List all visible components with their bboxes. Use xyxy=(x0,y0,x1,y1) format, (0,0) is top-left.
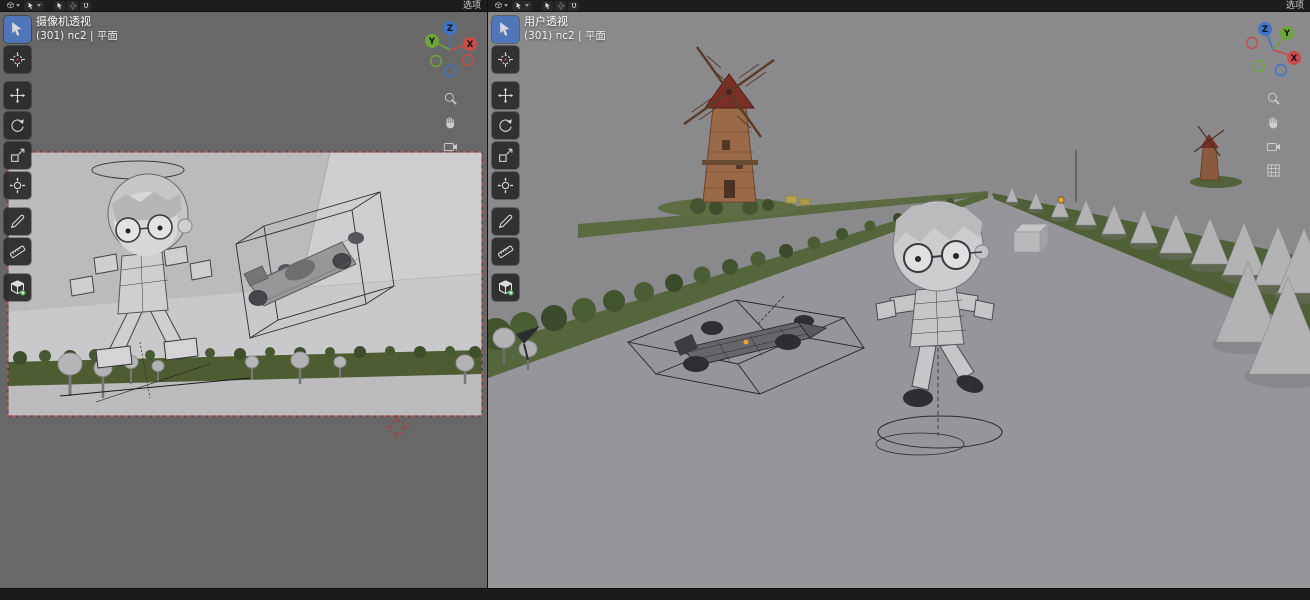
pane-divider[interactable] xyxy=(487,0,488,600)
tool-add-cube[interactable] xyxy=(4,274,31,301)
svg-text:X: X xyxy=(467,40,474,50)
tool-move[interactable] xyxy=(4,82,31,109)
gizmo-x-neg-axis[interactable] xyxy=(461,53,475,67)
snap-magnet-button[interactable] xyxy=(568,0,579,11)
tool-select-box[interactable] xyxy=(492,16,519,43)
mode-dropdown[interactable] xyxy=(512,0,532,11)
toolbar-left xyxy=(4,16,31,301)
options-menu[interactable]: 选项 xyxy=(1286,0,1304,12)
tool-cursor[interactable] xyxy=(4,46,31,73)
select-mode-button[interactable] xyxy=(542,0,553,11)
svg-text:X: X xyxy=(1291,54,1298,64)
editor-type-button[interactable] xyxy=(494,1,508,10)
zoom-icon[interactable] xyxy=(439,86,461,110)
camera-view-icon[interactable] xyxy=(439,134,461,158)
gizmo-z-neg-axis[interactable] xyxy=(443,64,457,78)
scene-user-view[interactable] xyxy=(488,12,1310,588)
tool-transform[interactable] xyxy=(492,172,519,199)
gizmo-x-neg-axis[interactable] xyxy=(1245,36,1259,50)
grid-ortho-icon[interactable] xyxy=(1262,158,1284,182)
tool-annotate[interactable] xyxy=(4,208,31,235)
chevron-down-icon xyxy=(504,4,508,7)
viewport-user-body: 用户透视 (301) nc2 | 平面 Z Y X xyxy=(488,12,1310,588)
viewport-header-right: 选项 xyxy=(488,0,1310,12)
viewport-camera-body: 摄像机透视 (301) nc2 | 平面 Z Y X xyxy=(0,12,487,588)
tool-measure[interactable] xyxy=(492,238,519,265)
cursor-tool-button[interactable] xyxy=(67,0,78,11)
gizmo-z-neg-axis[interactable] xyxy=(1274,63,1288,77)
gizmo-y-neg-axis[interactable] xyxy=(429,54,443,68)
zoom-icon[interactable] xyxy=(1262,86,1284,110)
nav-controls-left: Z Y X xyxy=(418,16,482,158)
camera-view-icon[interactable] xyxy=(1262,134,1284,158)
select-mode-button[interactable] xyxy=(54,0,65,11)
options-menu[interactable]: 选项 xyxy=(463,0,481,12)
light-object[interactable] xyxy=(1057,196,1065,204)
tool-transform[interactable] xyxy=(4,172,31,199)
tool-add-cube[interactable] xyxy=(492,274,519,301)
pan-hand-icon[interactable] xyxy=(1262,110,1284,134)
snap-magnet-button[interactable] xyxy=(80,0,91,11)
bottom-editor-header xyxy=(0,588,1310,600)
navigation-gizmo[interactable]: Z Y X xyxy=(418,16,482,80)
tool-scale[interactable] xyxy=(4,142,31,169)
tool-move[interactable] xyxy=(492,82,519,109)
cube-model[interactable] xyxy=(1013,223,1049,253)
chevron-down-icon xyxy=(16,4,20,7)
chevron-down-icon xyxy=(37,4,41,7)
gizmo-y-neg-axis[interactable] xyxy=(1252,59,1266,73)
tool-rotate[interactable] xyxy=(492,112,519,139)
viewport-camera-pane: 选项 摄像机透视 (301) nc2 | 平面 Z Y X xyxy=(0,0,487,588)
tool-annotate[interactable] xyxy=(492,208,519,235)
viewport-user-pane: 选项 用户透视 (301) nc2 | 平面 Z Y X xyxy=(488,0,1310,588)
tool-scale[interactable] xyxy=(492,142,519,169)
tool-select-box[interactable] xyxy=(4,16,31,43)
svg-text:Y: Y xyxy=(428,37,436,47)
blender-window: 选项 摄像机透视 (301) nc2 | 平面 Z Y X 选项 用户透视 (3… xyxy=(0,0,1310,600)
pan-hand-icon[interactable] xyxy=(439,110,461,134)
scene-camera-view[interactable] xyxy=(0,12,487,588)
editor-type-button[interactable] xyxy=(6,1,20,10)
toolbar-right xyxy=(492,16,519,301)
viewport-header-left: 选项 xyxy=(0,0,487,12)
tool-cursor[interactable] xyxy=(492,46,519,73)
select-mode-toggle-group xyxy=(542,0,579,11)
chevron-down-icon xyxy=(525,4,529,7)
svg-text:Y: Y xyxy=(1283,29,1291,39)
nav-controls-right: Z Y X xyxy=(1241,16,1305,182)
navigation-gizmo[interactable]: Z Y X xyxy=(1241,16,1305,80)
svg-text:Z: Z xyxy=(447,24,453,34)
cursor-tool-button[interactable] xyxy=(555,0,566,11)
mode-dropdown[interactable] xyxy=(24,0,44,11)
svg-text:Z: Z xyxy=(1262,25,1268,35)
tool-measure[interactable] xyxy=(4,238,31,265)
tool-rotate[interactable] xyxy=(4,112,31,139)
select-mode-toggle-group xyxy=(54,0,91,11)
